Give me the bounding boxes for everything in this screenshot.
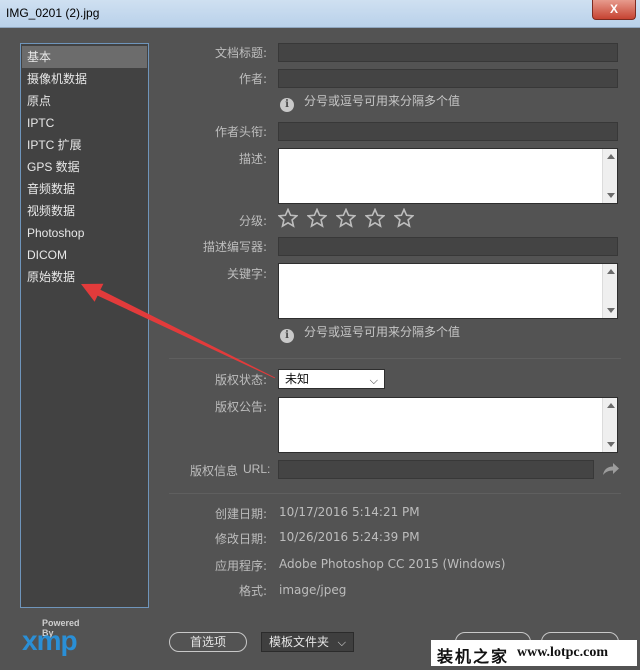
doc-title-input[interactable] xyxy=(278,43,618,62)
application-label: 应用程序: xyxy=(214,559,267,573)
rating-stars xyxy=(278,208,418,232)
copyright-url-input[interactable] xyxy=(278,460,594,479)
watermark: 装机之家 www.lotpc.com xyxy=(431,640,637,666)
desc-writer-label: 描述编写器: xyxy=(202,240,267,254)
desc-writer-input[interactable] xyxy=(278,237,618,256)
author-input[interactable] xyxy=(278,69,618,88)
info-icon: i xyxy=(280,329,294,343)
go-to-url-icon[interactable] xyxy=(601,461,621,477)
copyright-notice-label: 版权公告: xyxy=(214,400,267,414)
window-title: IMG_0201 (2).jpg xyxy=(6,6,100,20)
templates-folder-label: 模板文件夹 xyxy=(269,635,330,649)
author-title-input[interactable] xyxy=(278,122,618,141)
copyright-info-label: 版权信息 xyxy=(189,464,238,478)
rating-label: 分级: xyxy=(238,214,267,228)
templates-folder-button[interactable]: 模板文件夹 ⌵ xyxy=(261,632,354,652)
scroll-down-icon[interactable] xyxy=(607,308,615,313)
star-icon[interactable] xyxy=(307,208,328,228)
chevron-down-icon: ⌵ xyxy=(369,374,378,387)
scroll-down-icon[interactable] xyxy=(607,193,615,198)
copyright-notice-scrollbar[interactable] xyxy=(602,398,617,452)
copyright-status-label: 版权状态: xyxy=(214,373,267,387)
application-value: Adobe Photoshop CC 2015 (Windows) xyxy=(279,557,506,571)
copyright-notice-textarea[interactable] xyxy=(278,397,618,453)
created-date-value: 10/17/2016 5:14:21 PM xyxy=(279,505,420,519)
format-label: 格式: xyxy=(238,584,267,598)
modified-date-label: 修改日期: xyxy=(214,532,267,546)
xmp-logo: Powered By xmp xyxy=(22,618,92,656)
scroll-up-icon[interactable] xyxy=(607,154,615,159)
doc-title-label: 文档标题: xyxy=(214,46,267,60)
author-hint-text: 分号或逗号可用来分隔多个值 xyxy=(304,94,461,108)
scroll-down-icon[interactable] xyxy=(607,442,615,447)
file-info-dialog: 基本 摄像机数据 原点 IPTC IPTC 扩展 GPS 数据 音频数据 视频数… xyxy=(3,28,637,666)
keywords-textarea[interactable] xyxy=(278,263,618,319)
author-title-label: 作者头衔: xyxy=(214,125,267,139)
sidebar-item-audio-data[interactable]: 音频数据 xyxy=(22,178,147,200)
copyright-status-select[interactable]: 未知 ⌵ xyxy=(278,369,385,389)
keywords-hint: i 分号或逗号可用来分隔多个值 xyxy=(280,323,460,343)
star-icon[interactable] xyxy=(365,208,386,228)
info-icon: i xyxy=(280,98,294,112)
description-textarea[interactable] xyxy=(278,148,618,204)
xmp-brand: xmp xyxy=(22,625,78,656)
star-icon[interactable] xyxy=(394,208,415,228)
section-divider xyxy=(169,493,621,494)
keywords-scrollbar[interactable] xyxy=(602,264,617,318)
close-button[interactable]: X xyxy=(592,0,636,20)
chevron-down-icon: ⌵ xyxy=(337,636,346,649)
sidebar-item-origin[interactable]: 原点 xyxy=(22,90,147,112)
url-label: URL: xyxy=(243,462,271,476)
format-value: image/jpeg xyxy=(279,583,347,597)
star-icon[interactable] xyxy=(336,208,357,228)
created-date-label: 创建日期: xyxy=(214,507,267,521)
author-label: 作者: xyxy=(238,72,267,86)
watermark-site-name: 装机之家 xyxy=(437,647,510,666)
title-bar: IMG_0201 (2).jpg X xyxy=(0,0,640,28)
preferences-button[interactable]: 首选项 xyxy=(169,632,247,652)
modified-date-value: 10/26/2016 5:24:39 PM xyxy=(279,530,420,544)
copyright-status-value: 未知 xyxy=(285,372,310,386)
scroll-up-icon[interactable] xyxy=(607,269,615,274)
section-divider xyxy=(169,358,621,359)
watermark-url: www.lotpc.com xyxy=(517,645,608,660)
author-hint: i 分号或逗号可用来分隔多个值 xyxy=(280,92,460,112)
scroll-up-icon[interactable] xyxy=(607,403,615,408)
description-label: 描述: xyxy=(238,152,267,166)
keywords-hint-text: 分号或逗号可用来分隔多个值 xyxy=(304,325,461,339)
keywords-label: 关键字: xyxy=(226,267,267,281)
star-icon[interactable] xyxy=(278,208,298,228)
description-scrollbar[interactable] xyxy=(602,149,617,203)
